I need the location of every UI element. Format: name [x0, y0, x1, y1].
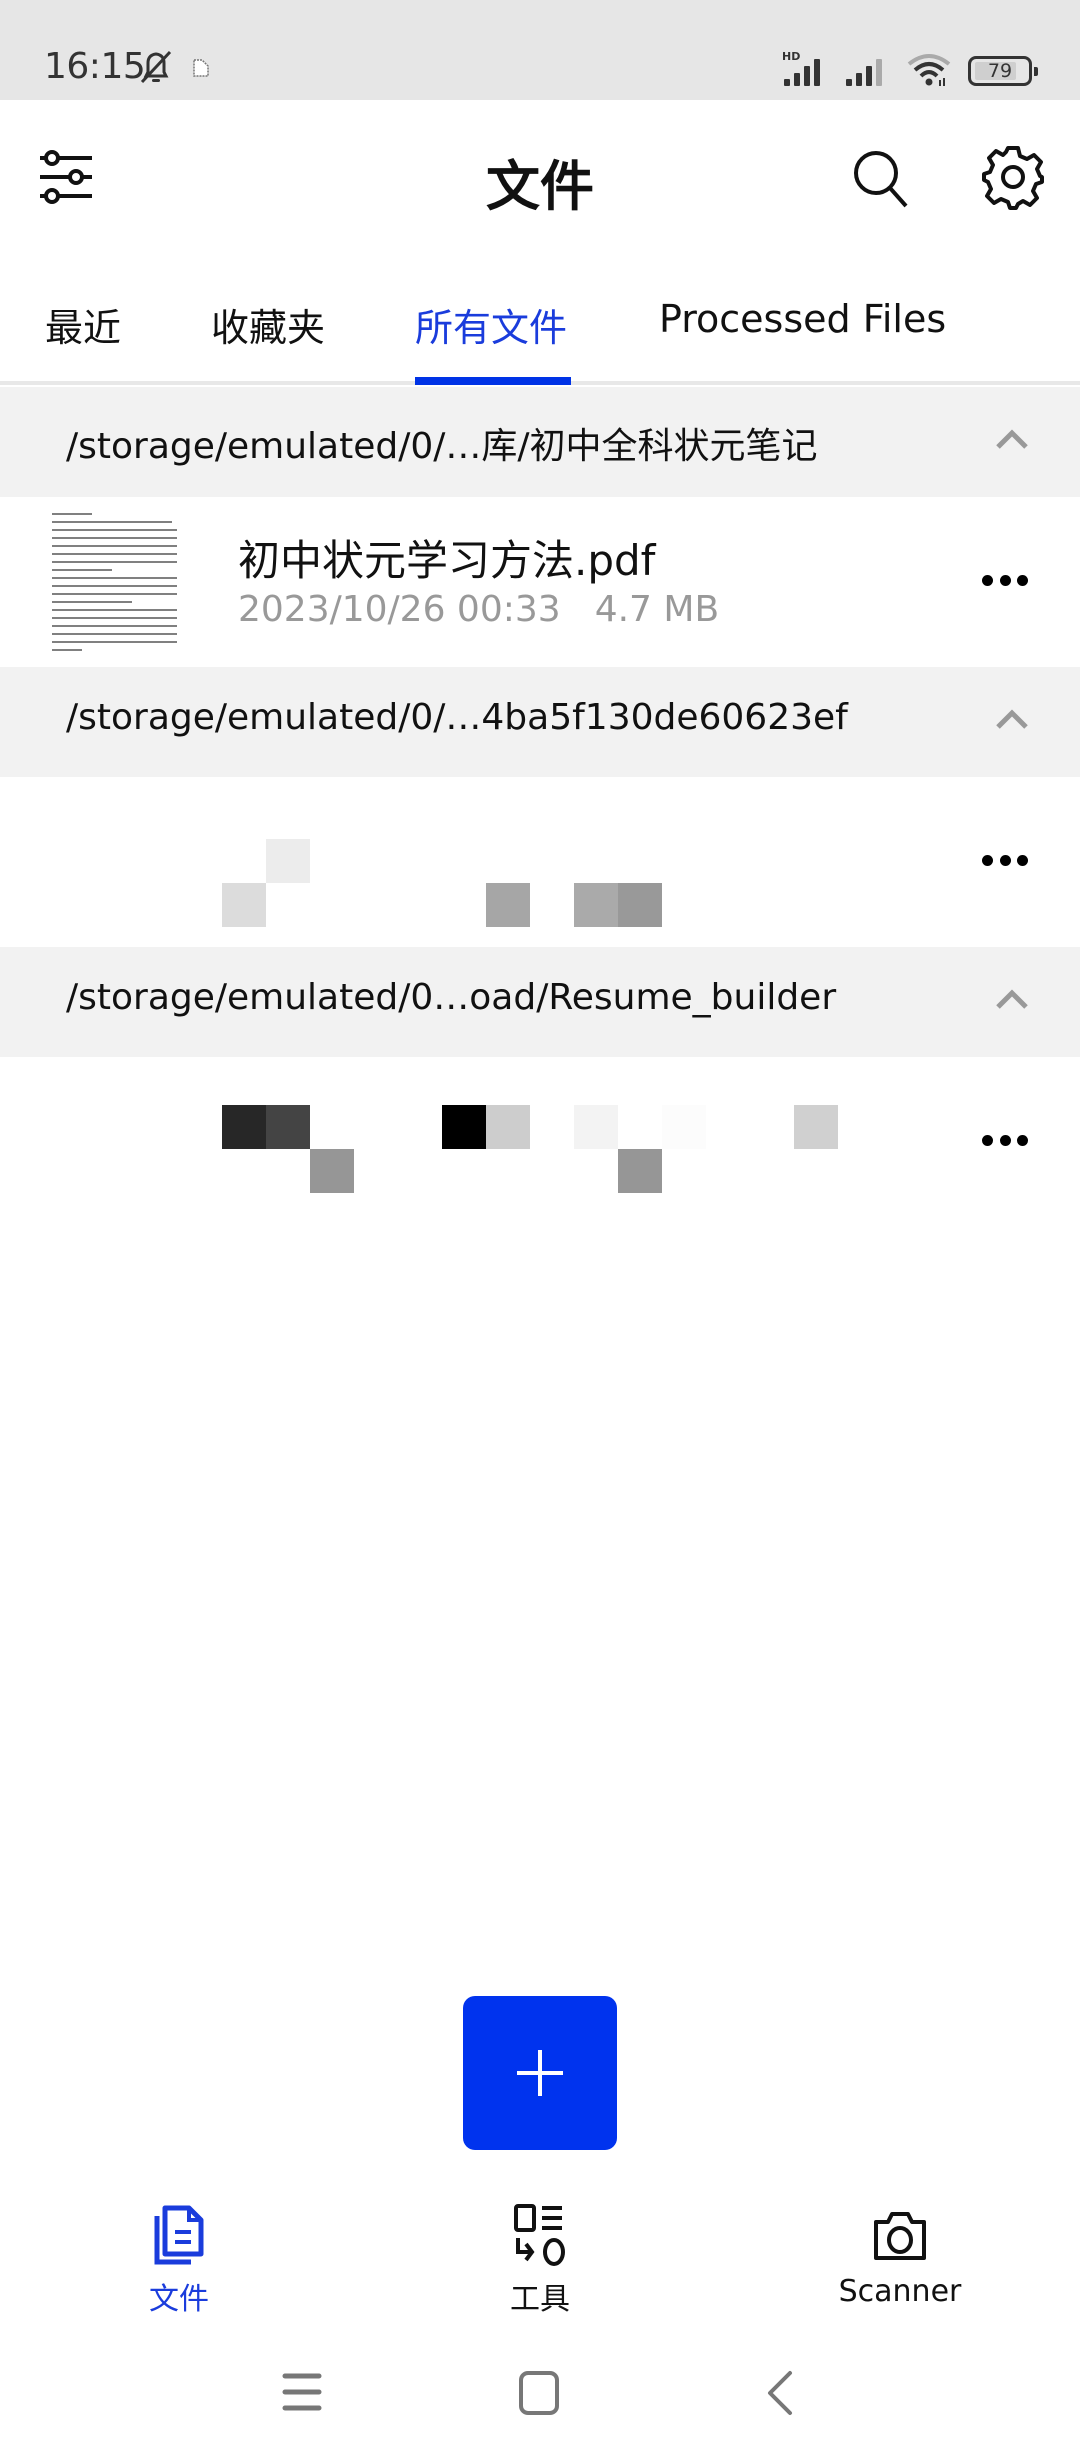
nav-files[interactable]: 文件: [79, 2180, 279, 2320]
nav-label: Scanner: [838, 2274, 962, 2309]
home-icon[interactable]: [518, 2370, 560, 2416]
file-list-item[interactable]: 初中状元学习方法.pdf 2023/10/26 00:33 4.7 MB: [0, 497, 1080, 667]
file-name: 初中状元学习方法.pdf: [238, 536, 656, 585]
nav-scanner[interactable]: Scanner: [800, 2180, 1000, 2320]
wifi-icon: [907, 54, 951, 86]
page-title: 文件: [486, 155, 594, 218]
tab-recent[interactable]: 最近: [45, 297, 121, 352]
system-navigation-bar: [0, 2330, 1080, 2460]
app-bar: 文件: [0, 100, 1080, 255]
folder-path: /storage/emulated/0/…库/初中全科状元笔记: [66, 426, 818, 467]
tab-bar: 最近 收藏夹 所有文件 Processed Files: [0, 255, 1080, 385]
search-icon[interactable]: [850, 148, 912, 208]
chevron-up-icon[interactable]: [994, 705, 1030, 731]
settings-gear-icon[interactable]: [980, 144, 1046, 210]
back-icon[interactable]: [764, 2370, 794, 2416]
files-icon: [154, 2205, 204, 2265]
pdf-thumbnail: [44, 507, 190, 657]
file-size: 4.7 MB: [594, 589, 720, 630]
folder-group-header[interactable]: /storage/emulated/0/…4ba5f130de60623ef: [0, 667, 1080, 777]
chevron-up-icon[interactable]: [994, 985, 1030, 1011]
tools-icon: [514, 2204, 565, 2266]
more-options-icon[interactable]: [982, 855, 1028, 867]
status-time: 16:15: [44, 46, 146, 87]
status-bar: 16:15 HD 79: [0, 0, 1080, 100]
notification-icon: [193, 59, 209, 77]
battery-icon: 79: [968, 56, 1038, 86]
more-options-icon[interactable]: [982, 575, 1028, 587]
tab-favorites[interactable]: 收藏夹: [211, 297, 325, 352]
folder-group-header[interactable]: /storage/emulated/0…oad/Resume_builder: [0, 947, 1080, 1057]
bottom-navigation: 文件 工具 Scanner: [0, 2180, 1080, 2320]
file-meta: 2023/10/26 00:33 4.7 MB: [238, 589, 719, 630]
file-date: 2023/10/26 00:33: [238, 589, 561, 630]
nav-label: 文件: [149, 2282, 209, 2317]
nav-label: 工具: [510, 2282, 570, 2317]
folder-path: /storage/emulated/0…oad/Resume_builder: [66, 977, 837, 1018]
camera-icon: [874, 2212, 926, 2260]
tab-processed-files[interactable]: Processed Files: [659, 297, 946, 341]
tab-all-files[interactable]: 所有文件: [415, 297, 567, 352]
signal-icon: [844, 54, 890, 86]
folder-group-header[interactable]: /storage/emulated/0/…库/初中全科状元笔记: [0, 387, 1080, 497]
folder-path: /storage/emulated/0/…4ba5f130de60623ef: [66, 697, 848, 738]
hd-signal-icon: HD: [782, 50, 828, 86]
plus-icon: [517, 2050, 563, 2096]
recents-icon[interactable]: [282, 2370, 322, 2414]
add-fab-button[interactable]: [463, 1996, 617, 2150]
chevron-up-icon[interactable]: [994, 425, 1030, 451]
file-list-item[interactable]: [0, 1057, 1080, 1227]
bell-muted-icon: [140, 50, 172, 84]
more-options-icon[interactable]: [982, 1135, 1028, 1147]
nav-tools[interactable]: 工具: [440, 2180, 640, 2320]
file-list-item[interactable]: [0, 777, 1080, 947]
active-tab-indicator: [415, 377, 571, 385]
